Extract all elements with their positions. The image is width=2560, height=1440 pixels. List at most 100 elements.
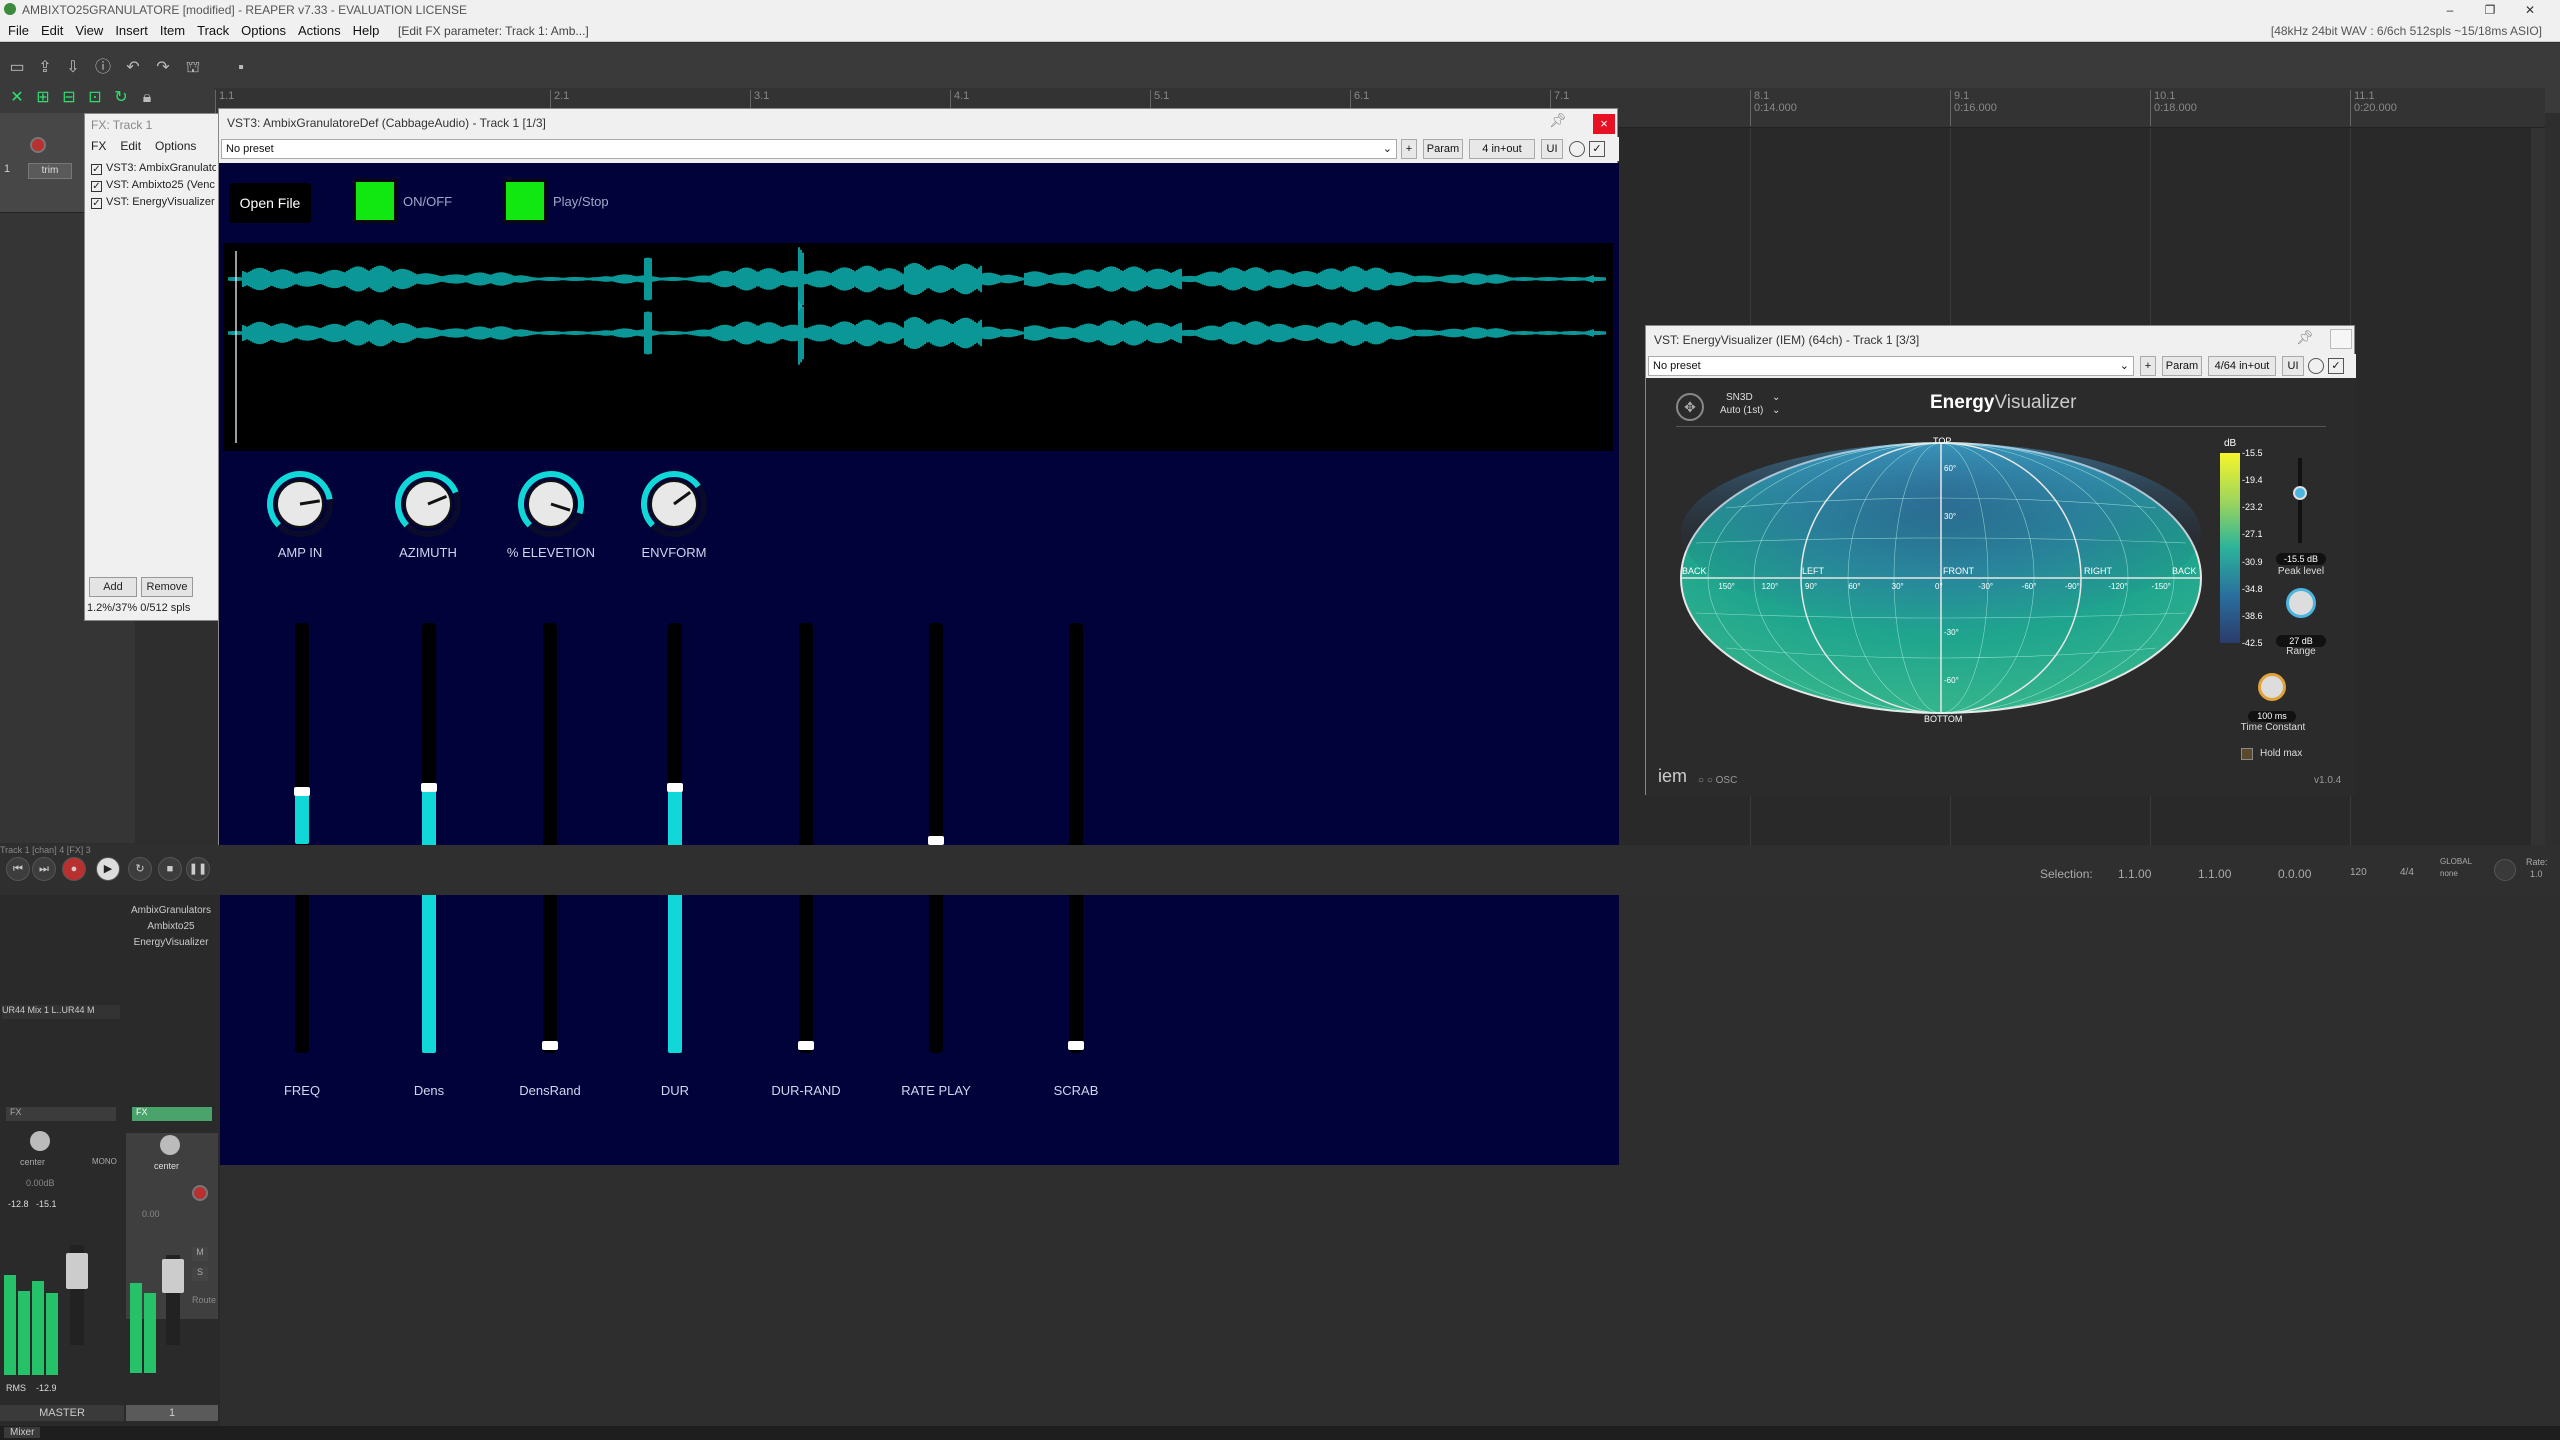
input-select[interactable]: UR44 Mix 1 L..UR44 M [2,1005,120,1019]
ev-param-button[interactable]: Param [2162,356,2202,376]
bpm-value[interactable]: 120 [2350,867,2367,878]
slider-thumb[interactable] [798,1041,814,1050]
master-strip-label[interactable]: MASTER [0,1405,124,1421]
track-record-arm-icon[interactable] [192,1185,208,1201]
slider-thumb[interactable] [667,782,683,792]
fx-menu-fx[interactable]: FX [91,139,106,153]
selection-start[interactable]: 1.1.00 [2118,867,2151,881]
normalization-select[interactable]: SN3D [1726,392,1753,403]
go-to-end-icon[interactable]: ⏭ [32,857,56,881]
mixer-fx-item[interactable]: Ambixto25 [128,919,214,935]
ripple-edit-icon[interactable]: ✕ [6,87,28,109]
minimize-icon[interactable]: – [2430,0,2470,20]
menu-edit[interactable]: Edit [41,20,63,42]
ev-ui-button[interactable]: UI [2282,356,2304,376]
pause-icon[interactable]: ❚❚ [186,857,210,881]
add-fx-button[interactable]: Add [89,577,137,597]
play-icon[interactable]: ▶ [96,857,120,881]
enable-checkbox-icon[interactable]: ✓ [1589,141,1605,157]
redo-icon[interactable]: ↷ [152,57,174,79]
slider-densrand[interactable] [542,623,558,1053]
undo-icon[interactable]: ↶ [122,57,144,79]
repeat-icon[interactable]: ↻ [128,857,152,881]
open-file-button[interactable]: Open File [229,183,311,223]
chevron-down-icon[interactable]: ⌄ [1772,405,1780,416]
metronome-icon[interactable]: ⛫ [182,57,204,79]
route-button[interactable]: Route [192,1295,216,1305]
track-volume[interactable]: 0.00 [142,1209,160,1219]
solo-button[interactable]: S [192,1267,208,1281]
range-knob[interactable] [2286,588,2316,618]
menu-item[interactable]: Item [160,20,185,42]
preset-add-button[interactable]: + [1401,139,1417,159]
hold-max-checkbox[interactable] [2241,748,2253,760]
menu-insert[interactable]: Insert [115,20,148,42]
track-fader-thumb[interactable] [162,1259,184,1293]
ev-io-button[interactable]: 4/64 in+out [2208,356,2276,376]
selection-end[interactable]: 1.1.00 [2198,867,2231,881]
record-arm-icon[interactable] [30,137,46,153]
slider-dur-rand[interactable] [798,623,814,1053]
mute-button[interactable]: M [192,1247,208,1261]
ui-toggle-button[interactable]: UI [1541,139,1563,159]
menu-options[interactable]: Options [241,20,286,42]
peak-level-value[interactable]: -15.5 dB [2276,553,2326,565]
slider-dur[interactable] [667,623,683,1053]
order-select[interactable]: Auto (1st) [1720,405,1763,416]
new-project-icon[interactable]: ▭ [6,57,28,79]
audio-device-info[interactable]: [48kHz 24bit WAV : 6/6ch 512spls ~15/18m… [2271,20,2542,42]
bypass-icon[interactable] [2308,358,2324,374]
master-fx-button[interactable]: FX [6,1107,116,1121]
close-ev-button[interactable] [2330,329,2352,349]
close-plugin-button[interactable]: × [1593,114,1615,134]
lock-icon[interactable]: 🔒︎ [136,87,158,109]
slider-thumb[interactable] [928,836,944,845]
slider-scrab[interactable] [1068,623,1084,1053]
playstop-toggle[interactable] [503,179,547,223]
item-grouping-icon[interactable]: ⊡ [84,87,106,109]
mixer-fx-item[interactable]: AmbixGranulators [128,903,214,919]
slider-freq[interactable] [294,623,310,1053]
fx-item-granulatore[interactable]: ✓ VST3: AmbixGranulatore [91,160,216,177]
project-settings-icon[interactable]: ⓘ [92,57,114,79]
grid-toggle-icon[interactable]: ⊟ [58,87,80,109]
param-button[interactable]: Param [1423,139,1463,159]
selection-length[interactable]: 0.0.00 [2278,867,2311,881]
remove-fx-button[interactable]: Remove [141,577,193,597]
loop-icon[interactable]: ↻ [110,87,132,109]
waveform-display[interactable] [223,243,1613,451]
vertical-scrollbar[interactable] [2531,128,2545,848]
fx-menu-edit[interactable]: Edit [120,139,141,153]
ev-preset-dropdown[interactable]: No preset ⌄ [1648,356,2134,376]
onoff-toggle[interactable] [353,179,397,223]
master-volume[interactable]: 0.00dB [26,1178,55,1188]
record-icon[interactable]: ● [62,857,86,881]
trim-button[interactable]: trim [28,163,72,179]
fx-item-energyvisualizer[interactable]: ✓ VST: EnergyVisualizer [91,194,216,211]
azimuth-knob[interactable] [393,469,463,539]
checkbox-icon[interactable]: ✓ [91,181,102,192]
menu-help[interactable]: Help [353,20,380,42]
amp-in-knob[interactable] [265,469,335,539]
enable-checkbox-icon[interactable]: ✓ [2328,358,2344,374]
track-pan-knob[interactable] [160,1135,180,1155]
checkbox-icon[interactable]: ✓ [91,198,102,209]
pin-icon[interactable]: 📌︎ [1549,112,1567,129]
envform-knob[interactable] [639,469,709,539]
master-fader-thumb[interactable] [66,1253,88,1289]
track-strip-label[interactable]: 1 [126,1405,218,1421]
ev-preset-add-button[interactable]: + [2140,356,2156,376]
global-mode[interactable]: none [2440,869,2458,878]
restore-icon[interactable]: ❐ [2470,0,2510,20]
global-label[interactable]: GLOBAL [2440,857,2472,866]
go-to-start-icon[interactable]: ⏮ [6,857,30,881]
menu-file[interactable]: File [8,20,29,42]
peak-level-slider-track[interactable] [2298,458,2302,543]
slider-thumb[interactable] [1068,1041,1084,1050]
save-project-icon[interactable]: ⇩ [62,57,84,79]
slider-thumb[interactable] [294,786,310,796]
mono-button[interactable]: MONO [92,1157,117,1166]
elevation-knob[interactable] [516,469,586,539]
grid-icon[interactable]: ▪ [230,57,252,79]
bypass-icon[interactable] [1569,141,1585,157]
